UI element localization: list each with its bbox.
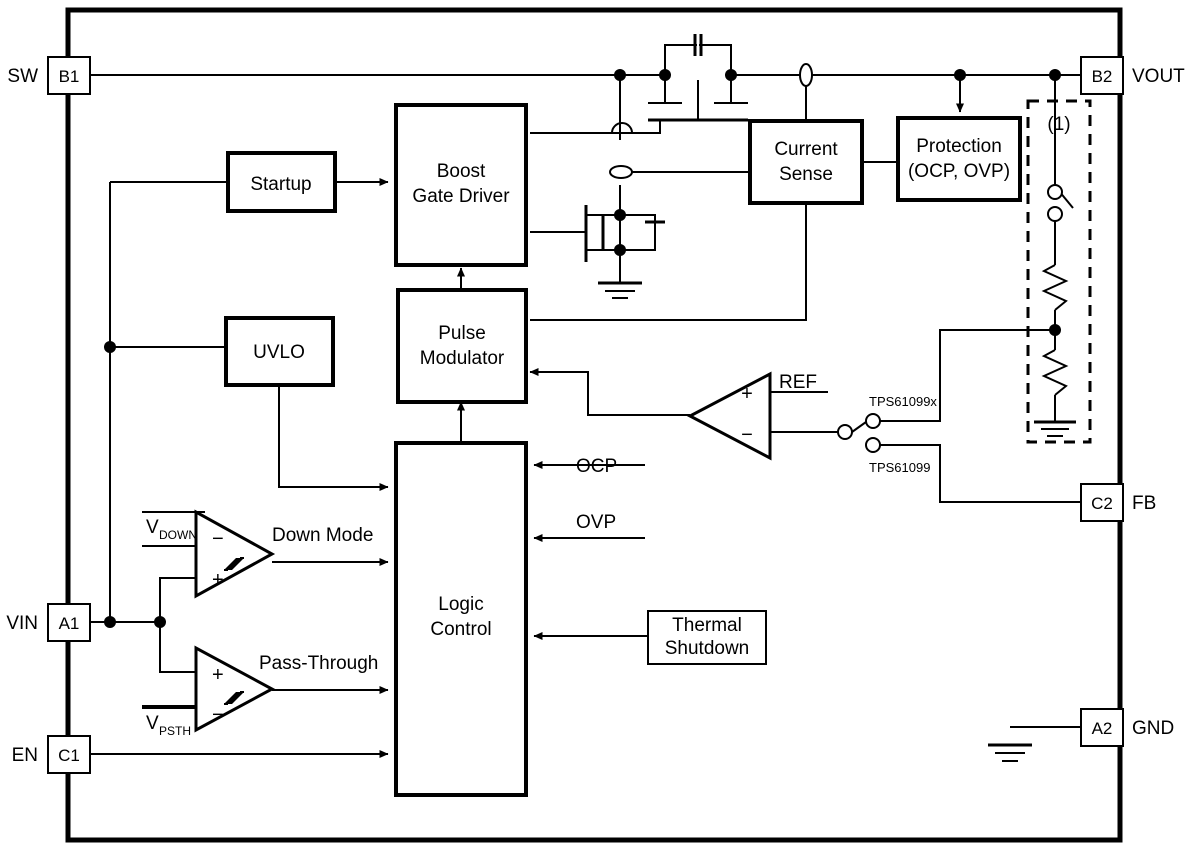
pin-A2-code: A2 xyxy=(1092,719,1113,738)
ref-label: REF xyxy=(779,372,817,393)
down-mode-label: Down Mode xyxy=(272,525,373,546)
pin-C1-name: EN xyxy=(12,745,38,766)
block-thermal-shutdown-label-1: Thermal xyxy=(672,615,742,636)
pin-B2-code: B2 xyxy=(1092,67,1113,86)
block-boost-gate-driver[interactable]: Boost Gate Driver xyxy=(394,103,528,267)
block-current-sense-label-1: Current xyxy=(774,139,838,160)
pin-C2-code: C2 xyxy=(1091,494,1113,513)
note-marker-label: (1) xyxy=(1047,114,1070,135)
dot-sw-node xyxy=(614,69,626,81)
variant-x-label: TPS61099x xyxy=(869,394,937,409)
block-startup-label: Startup xyxy=(250,174,311,195)
vdown-subscript: DOWN xyxy=(159,528,197,542)
pin-A1-name: VIN xyxy=(6,613,38,634)
block-boost-gate-driver-label-1: Boost xyxy=(437,161,486,182)
block-pulse-modulator-label-1: Pulse xyxy=(438,323,486,344)
dot-vin-rail xyxy=(104,616,116,628)
pin-C1-code: C1 xyxy=(58,746,80,765)
block-logic-control-label-1: Logic xyxy=(438,594,483,615)
pin-B1-name: SW xyxy=(7,66,38,87)
divider-switch-top-terminal xyxy=(1047,184,1063,200)
block-current-sense-label-2: Sense xyxy=(779,164,833,185)
block-protection-label-2: (OCP, OVP) xyxy=(908,161,1010,182)
block-uvlo-label: UVLO xyxy=(253,342,305,363)
down-mode-plus-mark: + xyxy=(212,569,224,591)
dot-vin-comparators xyxy=(154,616,166,628)
dot-ls-source xyxy=(614,244,626,256)
block-protection-label-1: Protection xyxy=(916,136,1002,157)
vdown-base: V xyxy=(146,517,159,538)
block-boost-gate-driver-label-2: Gate Driver xyxy=(412,186,510,207)
switch-terminal-tps61099 xyxy=(865,437,881,453)
dot-vout-prot xyxy=(954,69,966,81)
pass-through-label: Pass-Through xyxy=(259,653,378,674)
divider-switch-bottom-terminal xyxy=(1047,206,1063,222)
block-pulse-modulator-label-2: Modulator xyxy=(420,348,505,369)
ovp-label: OVP xyxy=(576,512,616,533)
dot-vout-divider xyxy=(1049,69,1061,81)
block-thermal-shutdown[interactable]: Thermal Shutdown xyxy=(647,610,767,665)
block-logic-control-label-2: Control xyxy=(430,619,491,640)
pass-through-minus-mark: − xyxy=(212,704,224,726)
block-diagram-svg: Startup UVLO Boost Gate Driver Pulse Mod… xyxy=(0,0,1187,845)
dot-ls-drain xyxy=(614,209,626,221)
variant-plain-label: TPS61099 xyxy=(869,460,930,475)
pin-B2-name: VOUT xyxy=(1132,66,1185,87)
block-thermal-shutdown-label-2: Shutdown xyxy=(665,638,750,659)
block-pulse-modulator[interactable]: Pulse Modulator xyxy=(396,288,528,404)
block-protection[interactable]: Protection (OCP, OVP) xyxy=(896,116,1022,202)
block-current-sense[interactable]: Current Sense xyxy=(748,119,864,205)
dot-divider-tap xyxy=(1049,324,1061,336)
block-diagram-canvas: Startup UVLO Boost Gate Driver Pulse Mod… xyxy=(0,0,1187,845)
down-mode-minus-mark: − xyxy=(212,528,224,550)
pass-through-plus-mark: + xyxy=(212,664,224,686)
switch-terminal-tps61099x xyxy=(865,413,881,429)
dot-hs-left xyxy=(659,69,671,81)
block-startup[interactable]: Startup xyxy=(226,151,337,213)
vpsth-subscript: PSTH xyxy=(159,724,191,738)
pin-A2-name: GND xyxy=(1132,718,1174,739)
pin-A1-code: A1 xyxy=(59,614,80,633)
dot-vin-uvlo xyxy=(104,341,116,353)
vpsth-base: V xyxy=(146,713,159,734)
dot-hs-right xyxy=(725,69,737,81)
pin-C2-name: FB xyxy=(1132,493,1156,514)
error-amp-minus-mark: − xyxy=(741,424,753,446)
switch-common-terminal xyxy=(837,424,853,440)
block-uvlo[interactable]: UVLO xyxy=(224,316,335,387)
block-logic-control[interactable]: Logic Control xyxy=(394,441,528,797)
pin-B1-code: B1 xyxy=(59,67,80,86)
hop-vout-over-cs xyxy=(799,63,813,87)
error-amp-plus-mark: + xyxy=(741,383,753,405)
ocp-label: OCP xyxy=(576,456,617,477)
hop-cs-tap xyxy=(609,165,633,179)
